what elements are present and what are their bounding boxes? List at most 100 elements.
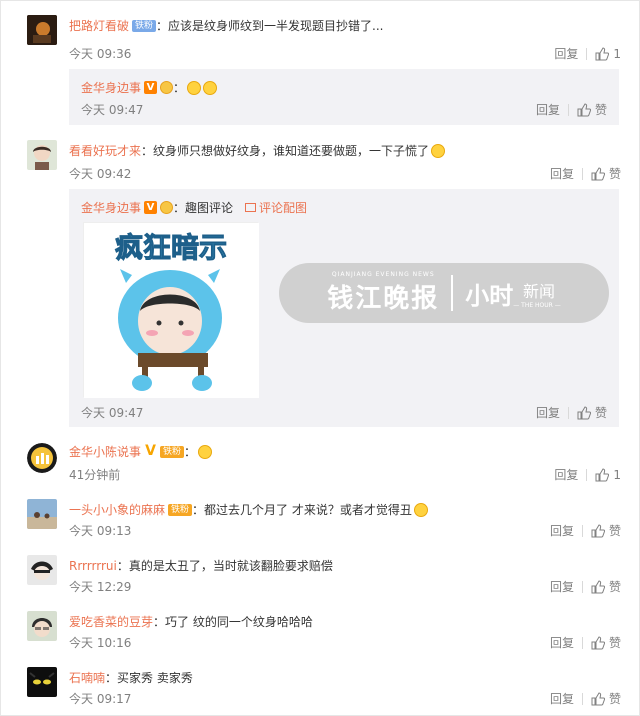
divider xyxy=(581,636,583,649)
reply-button[interactable]: 回复 xyxy=(550,522,574,539)
comment-text: ：真的是太丑了，当时就该翻脸要求赔偿 xyxy=(116,559,333,573)
like-button[interactable]: 赞 xyxy=(577,101,607,118)
comment-time: 今天 09:47 xyxy=(81,103,144,117)
sticker-caption: 疯狂暗示 xyxy=(115,231,227,264)
medal-icon xyxy=(160,201,174,214)
image-link[interactable]: 评论配图 xyxy=(259,199,307,216)
like-button[interactable]: 赞 xyxy=(591,578,621,595)
username[interactable]: 看看好玩才来 xyxy=(69,142,141,159)
verified-icon: V xyxy=(144,81,158,94)
medal-icon xyxy=(160,81,174,94)
reply-item: 金华身边事 V ： 今天 09:47 回复 赞 xyxy=(69,69,619,125)
username[interactable]: 一头小小象的麻麻 xyxy=(69,501,165,518)
reply-button[interactable]: 回复 xyxy=(550,690,574,707)
username[interactable]: 金华小陈说事 xyxy=(69,443,141,460)
like-label: 赞 xyxy=(608,167,621,181)
username[interactable]: 石喃喃 xyxy=(69,669,105,686)
avatar-image xyxy=(27,667,57,697)
avatar[interactable] xyxy=(27,15,57,45)
thumb-up-icon xyxy=(591,523,605,537)
like-label: 赞 xyxy=(594,406,607,420)
like-label: 赞 xyxy=(608,636,621,650)
like-label: 赞 xyxy=(594,103,607,117)
avatar[interactable] xyxy=(27,611,57,641)
divider xyxy=(586,468,588,481)
comment-time: 今天 09:36 xyxy=(69,47,132,61)
avatar[interactable] xyxy=(27,555,57,585)
laugh-emoji-icon xyxy=(203,80,218,95)
like-count: 1 xyxy=(613,467,621,482)
thumb-up-icon xyxy=(595,467,610,481)
thumb-up-icon xyxy=(577,405,591,419)
comment-text: ：应该是纹身师纹到一半发现题目抄错了... xyxy=(156,19,384,33)
avatar[interactable] xyxy=(27,499,57,529)
divider xyxy=(581,692,583,705)
verified-icon: V xyxy=(145,443,156,459)
nervous-emoji-icon xyxy=(431,143,446,158)
comment-time: 今天 09:47 xyxy=(81,406,144,420)
comment-time: 今天 09:42 xyxy=(69,167,132,181)
thumb-up-icon xyxy=(591,166,605,180)
username[interactable]: 爱吃香菜的豆芽 xyxy=(69,613,153,630)
like-count: 1 xyxy=(613,46,621,61)
thumb-up-icon xyxy=(591,635,605,649)
comment-time: 今天 09:17 xyxy=(69,692,132,706)
comment-time: 今天 12:29 xyxy=(69,580,132,594)
avatar-image xyxy=(27,140,57,170)
comment-time: 今天 10:16 xyxy=(69,636,132,650)
sticker-image[interactable]: 疯狂暗示 xyxy=(83,222,259,398)
username[interactable]: 金华身边事 xyxy=(81,199,141,216)
username[interactable]: Rrrrrrrui xyxy=(69,559,117,573)
comment-text: ：都过去几个月了 才来说？或者才觉得丑 xyxy=(192,503,412,517)
divider xyxy=(567,103,569,116)
divider xyxy=(581,524,583,537)
fan-badge: 铁粉 xyxy=(132,19,157,32)
reply-button[interactable]: 回复 xyxy=(550,634,574,651)
reply-button[interactable]: 回复 xyxy=(536,404,560,421)
comment-time: 41分钟前 xyxy=(69,468,121,482)
watermark-small: QIANJIANG EVENING NEWS xyxy=(331,271,435,278)
fan-badge: 铁粉 xyxy=(168,503,193,516)
sticker-illustration: 疯狂暗示 xyxy=(84,223,259,398)
watermark-news: 新闻 xyxy=(523,281,556,301)
avatar[interactable] xyxy=(27,667,57,697)
like-button[interactable]: 赞 xyxy=(591,634,621,651)
like-button[interactable]: 赞 xyxy=(591,165,621,182)
comment-text: ：趣图评论 xyxy=(173,201,234,215)
image-icon xyxy=(245,203,257,212)
comment-time: 今天 09:13 xyxy=(69,524,132,538)
avatar[interactable] xyxy=(27,140,57,170)
watermark-hour: 小时 xyxy=(465,281,514,310)
doge-emoji-icon xyxy=(413,502,428,517)
comment-text: ： xyxy=(173,81,186,95)
avatar-image xyxy=(27,555,57,585)
divider xyxy=(581,167,583,180)
doge-emoji-icon xyxy=(198,444,213,459)
like-button[interactable]: 1 xyxy=(595,468,621,482)
avatar-image xyxy=(27,611,57,641)
comment-list: { "comments": [ { "user": "把路灯看破", "fan_… xyxy=(0,0,640,716)
like-button[interactable]: 1 xyxy=(595,47,621,61)
watermark-divider xyxy=(451,275,454,311)
reply-button[interactable]: 回复 xyxy=(554,45,578,62)
divider xyxy=(586,47,588,60)
reply-button[interactable]: 回复 xyxy=(554,466,578,483)
reply-button[interactable]: 回复 xyxy=(550,165,574,182)
thumb-up-icon xyxy=(591,579,605,593)
like-label: 赞 xyxy=(608,692,621,706)
watermark-tagline: — THE HOUR — xyxy=(513,301,561,309)
thumb-up-icon xyxy=(595,46,610,60)
comment-text: ： xyxy=(184,445,197,459)
like-button[interactable]: 赞 xyxy=(591,522,621,539)
comment-text: ：纹身师只想做好纹身，谁知道还要做题，一下子慌了 xyxy=(141,144,430,158)
like-button[interactable]: 赞 xyxy=(577,404,607,421)
reply-button[interactable]: 回复 xyxy=(550,578,574,595)
comment-text: ：买家秀 卖家秀 xyxy=(105,671,193,685)
reply-button[interactable]: 回复 xyxy=(536,101,560,118)
username[interactable]: 金华身边事 xyxy=(81,79,141,96)
avatar[interactable] xyxy=(27,443,57,473)
divider xyxy=(567,406,569,419)
like-button[interactable]: 赞 xyxy=(591,690,621,707)
username[interactable]: 把路灯看破 xyxy=(69,17,129,34)
thumb-up-icon xyxy=(591,691,605,705)
